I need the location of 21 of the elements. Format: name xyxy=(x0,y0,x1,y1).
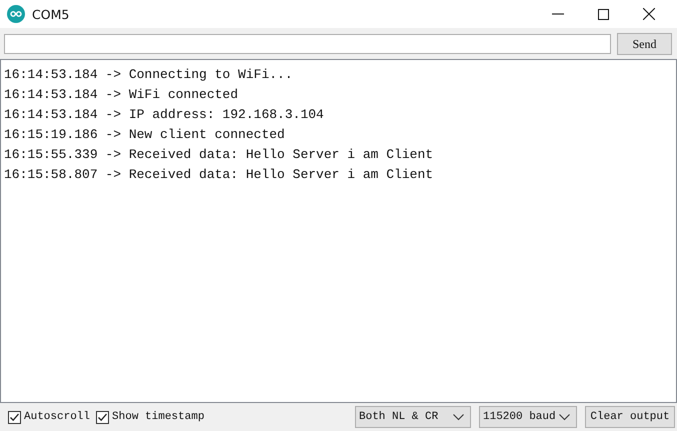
log-line: 16:14:53.184 -> WiFi connected xyxy=(4,86,240,104)
log-line: 16:15:55.339 -> Received data: Hello Server i am Client xyxy=(4,146,434,164)
line-ending-dropdown[interactable]: Both NL & CR xyxy=(355,406,471,428)
log-line: 16:14:53.184 -> Connecting to WiFi... xyxy=(4,66,294,84)
log-line: 16:15:19.186 -> New client connected xyxy=(4,126,286,144)
log-line: 16:14:53.184 -> IP address: 192.168.3.104 xyxy=(4,106,325,124)
chevron-down-icon xyxy=(453,414,464,420)
log-line: 16:15:58.807 -> Received data: Hello Server i am Client xyxy=(4,166,434,184)
send-button[interactable]: Send xyxy=(617,33,672,55)
checkbox-label: Autoscroll xyxy=(24,411,90,423)
checkbox[interactable] xyxy=(96,410,110,424)
window-title: COM5 xyxy=(32,6,70,22)
close-icon[interactable] xyxy=(643,8,655,20)
clear-output-button[interactable]: Clear output xyxy=(585,406,675,428)
checkbox-label: Show timestamp xyxy=(112,411,204,423)
app-logo-icon xyxy=(7,5,25,23)
message-input-field[interactable] xyxy=(4,34,611,54)
maximize-icon[interactable] xyxy=(598,8,609,20)
baud-rate-dropdown[interactable]: 115200 baud xyxy=(479,406,577,428)
chevron-down-icon xyxy=(559,414,570,420)
checkbox[interactable] xyxy=(8,410,21,424)
